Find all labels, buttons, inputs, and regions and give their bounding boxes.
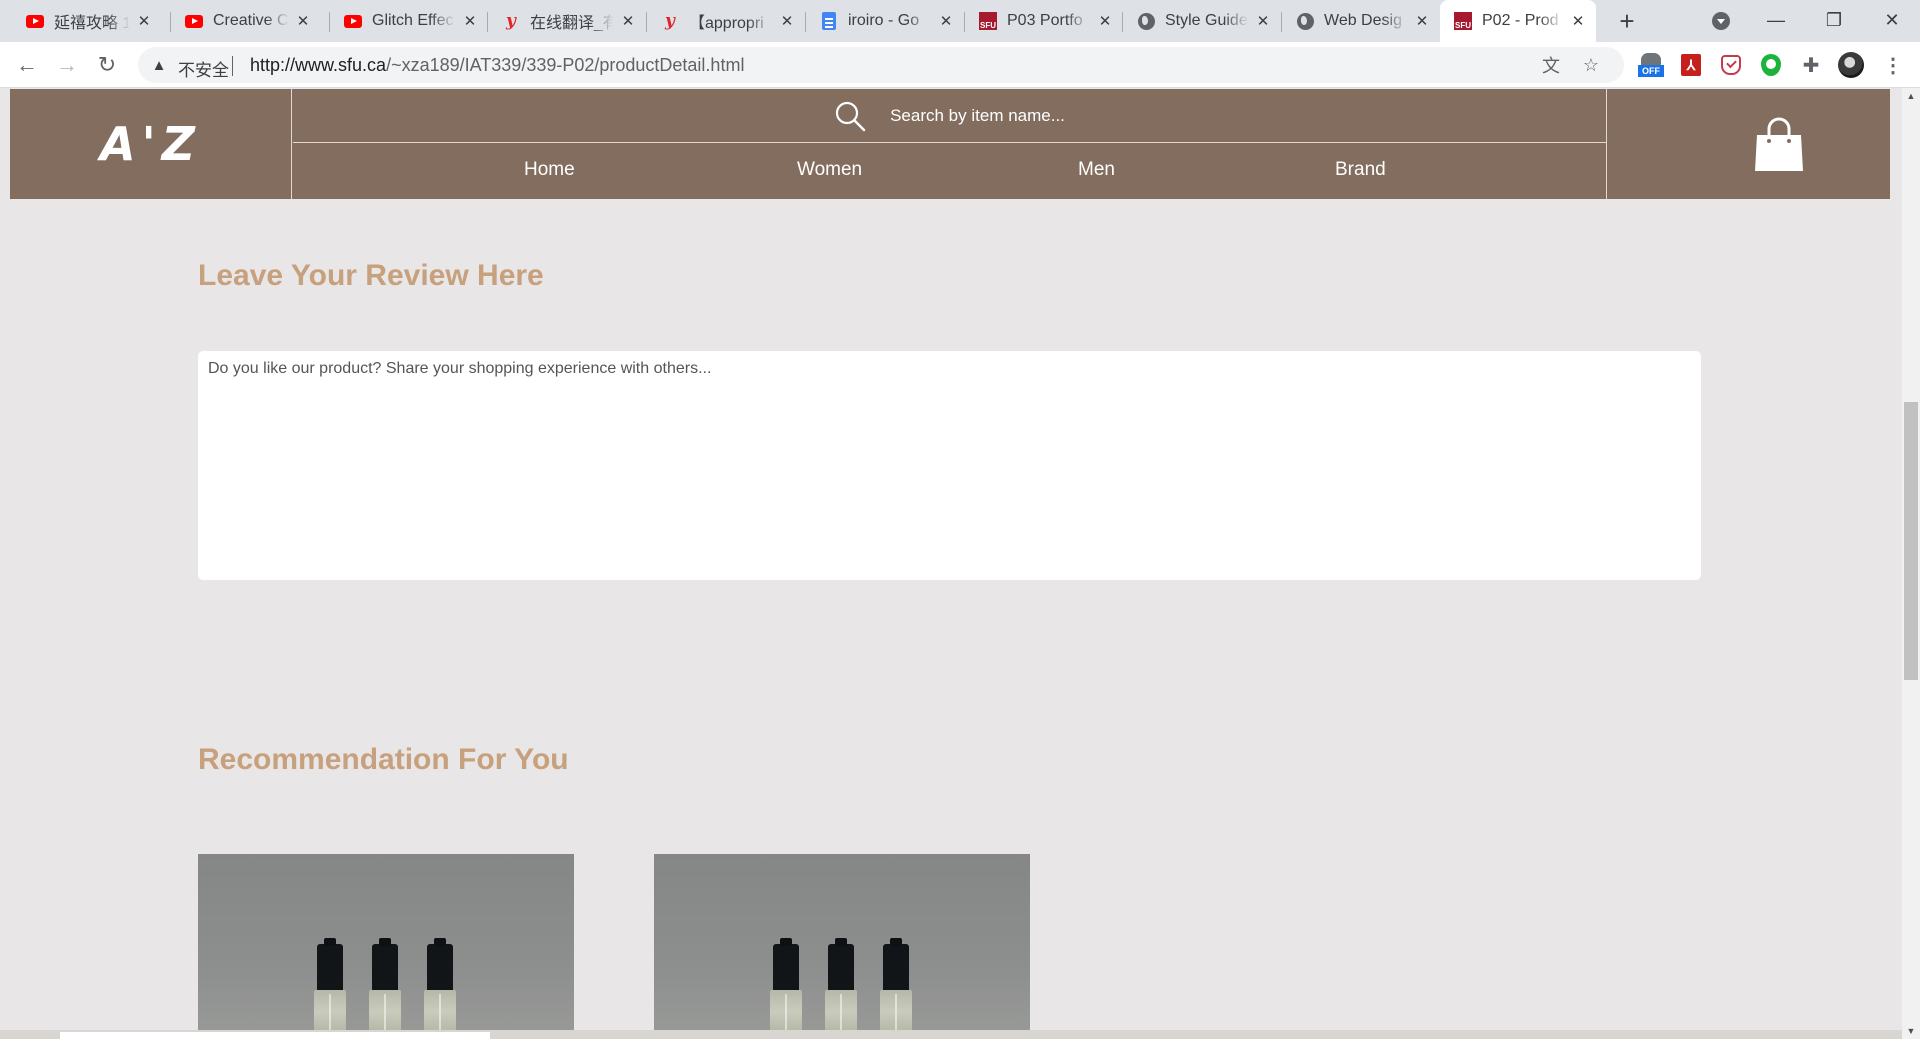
logo-link[interactable]: A'Z xyxy=(10,89,292,199)
search-input[interactable]: Search by item name... xyxy=(890,106,1065,126)
perfume-bottle-image xyxy=(769,938,803,1030)
vertical-scrollbar[interactable]: ▲ ▼ xyxy=(1902,88,1920,1039)
browser-tab-active[interactable]: SFU P02 - Prod ✕ xyxy=(1440,0,1596,42)
globe-icon xyxy=(1296,12,1314,30)
kebab-menu-icon[interactable]: ⋮ xyxy=(1880,52,1906,78)
scroll-up-arrow-icon[interactable]: ▲ xyxy=(1902,88,1920,104)
forward-arrow-icon[interactable]: → xyxy=(52,50,82,80)
horizontal-scrollbar-thumb[interactable] xyxy=(60,1032,490,1039)
main-menu: Home Women Men Brand xyxy=(293,144,1606,199)
perfume-bottle-image xyxy=(879,938,913,1030)
browser-tab[interactable]: Style Guide ✕ xyxy=(1123,0,1281,42)
url-path: /~xza189/IAT339/339-P02/productDetail.ht… xyxy=(386,55,745,75)
extension-off-icon[interactable]: OFF xyxy=(1638,52,1664,78)
youtube-icon xyxy=(185,12,203,30)
warning-icon[interactable]: ▲ xyxy=(150,56,168,74)
green-extension-icon[interactable] xyxy=(1758,52,1784,78)
url-text[interactable]: http://www.sfu.ca/~xza189/IAT339/339-P02… xyxy=(250,55,744,76)
menu-item-home[interactable]: Home xyxy=(524,159,575,181)
browser-tab[interactable]: SFU P03 Portfo ✕ xyxy=(965,0,1123,42)
search-bar[interactable]: Search by item name... xyxy=(293,89,1606,143)
minimize-icon[interactable]: — xyxy=(1756,6,1796,34)
tab-title: 【appropri xyxy=(689,15,764,32)
youdao-icon: y xyxy=(506,11,516,31)
youdao-icon: y xyxy=(665,11,675,31)
browser-tab-bar: 延禧攻略 1( ✕ Creative CS ✕ Glitch Effec ✕ y… xyxy=(0,0,1920,42)
close-icon[interactable]: ✕ xyxy=(295,13,311,30)
browser-tab[interactable]: Glitch Effec ✕ xyxy=(330,0,488,42)
new-tab-button[interactable]: + xyxy=(1612,6,1642,36)
security-status[interactable]: 不安全 xyxy=(178,56,229,81)
review-textarea[interactable] xyxy=(198,351,1701,580)
perfume-bottle-image xyxy=(368,938,402,1030)
close-icon[interactable]: ✕ xyxy=(779,13,795,30)
menu-item-men[interactable]: Men xyxy=(1078,159,1115,181)
youtube-icon xyxy=(344,12,362,30)
tab-title: Web Desig xyxy=(1324,12,1402,29)
sfu-icon: SFU xyxy=(979,12,997,30)
browser-tab[interactable]: Web Desig ✕ xyxy=(1282,0,1440,42)
product-card[interactable] xyxy=(198,854,574,1030)
close-icon[interactable]: ✕ xyxy=(1414,13,1430,30)
address-bar[interactable]: ▲ 不安全 http://www.sfu.ca/~xza189/IAT339/3… xyxy=(138,47,1624,83)
browser-tab[interactable]: 延禧攻略 1( ✕ xyxy=(12,0,162,42)
tab-title: Glitch Effec xyxy=(372,12,454,29)
tab-title: P03 Portfo xyxy=(1007,12,1083,29)
close-icon[interactable]: ✕ xyxy=(462,13,478,30)
google-docs-icon xyxy=(820,12,838,30)
review-section-title: Leave Your Review Here xyxy=(198,259,544,292)
pdf-extension-icon[interactable]: ⅄ xyxy=(1678,52,1704,78)
browser-toolbar: ← → ↻ ▲ 不安全 http://www.sfu.ca/~xza189/IA… xyxy=(0,42,1920,88)
tab-title: 延禧攻略 1( xyxy=(54,15,130,32)
perfume-bottle-image xyxy=(824,938,858,1030)
close-icon[interactable]: ✕ xyxy=(1097,13,1113,30)
tab-title: 在线翻译_有 xyxy=(530,15,614,32)
horizontal-scrollbar[interactable] xyxy=(0,1030,1902,1039)
page-content: A'Z Search by item name... Home Women Me… xyxy=(0,89,1902,1030)
tab-title: Style Guide xyxy=(1165,12,1248,29)
product-card[interactable] xyxy=(654,854,1030,1030)
restore-icon[interactable]: ❐ xyxy=(1814,6,1854,34)
pocket-extension-icon[interactable] xyxy=(1718,52,1744,78)
browser-tab[interactable]: y 【appropri ✕ xyxy=(647,0,805,42)
close-icon[interactable]: ✕ xyxy=(1255,13,1271,30)
browser-tab[interactable]: Creative CS ✕ xyxy=(171,0,321,42)
site-logo: A'Z xyxy=(99,117,202,171)
translate-icon[interactable]: 文 xyxy=(1540,54,1562,76)
globe-icon xyxy=(1137,12,1155,30)
menu-item-brand[interactable]: Brand xyxy=(1335,159,1386,181)
close-icon[interactable]: ✕ xyxy=(1570,13,1586,30)
url-host: http://www.sfu.ca xyxy=(250,55,387,75)
header-navigation: Search by item name... Home Women Men Br… xyxy=(293,89,1606,199)
tab-title: P02 - Prod xyxy=(1482,12,1559,29)
back-arrow-icon[interactable]: ← xyxy=(12,50,42,80)
sfu-icon: SFU xyxy=(1454,12,1472,30)
close-icon[interactable]: ✕ xyxy=(136,13,152,30)
youtube-icon xyxy=(26,12,44,30)
perfume-bottle-image xyxy=(423,938,457,1030)
site-header: A'Z Search by item name... Home Women Me… xyxy=(10,89,1890,199)
cart-button[interactable] xyxy=(1606,89,1890,199)
menu-item-women[interactable]: Women xyxy=(797,159,862,181)
browser-tab[interactable]: iroiro - Go ✕ xyxy=(806,0,964,42)
profile-avatar[interactable] xyxy=(1838,52,1864,78)
tab-title: iroiro - Go xyxy=(848,12,920,29)
tab-search-icon[interactable] xyxy=(1712,12,1730,30)
search-icon xyxy=(835,101,866,131)
window-close-icon[interactable]: ✕ xyxy=(1872,6,1912,34)
close-icon[interactable]: ✕ xyxy=(938,13,954,30)
recommendation-section-title: Recommendation For You xyxy=(198,743,569,776)
tab-title: Creative CS xyxy=(213,12,289,29)
browser-tab[interactable]: y 在线翻译_有 ✕ xyxy=(488,0,646,42)
scrollbar-thumb[interactable] xyxy=(1904,402,1918,680)
bookmark-star-icon[interactable]: ☆ xyxy=(1580,54,1602,76)
close-icon[interactable]: ✕ xyxy=(620,13,636,30)
puzzle-extensions-icon[interactable]: ✚ xyxy=(1798,52,1824,78)
shopping-bag-icon xyxy=(1754,117,1803,171)
scroll-down-arrow-icon[interactable]: ▼ xyxy=(1902,1023,1920,1039)
reload-icon[interactable]: ↻ xyxy=(92,50,122,80)
perfume-bottle-image xyxy=(313,938,347,1030)
